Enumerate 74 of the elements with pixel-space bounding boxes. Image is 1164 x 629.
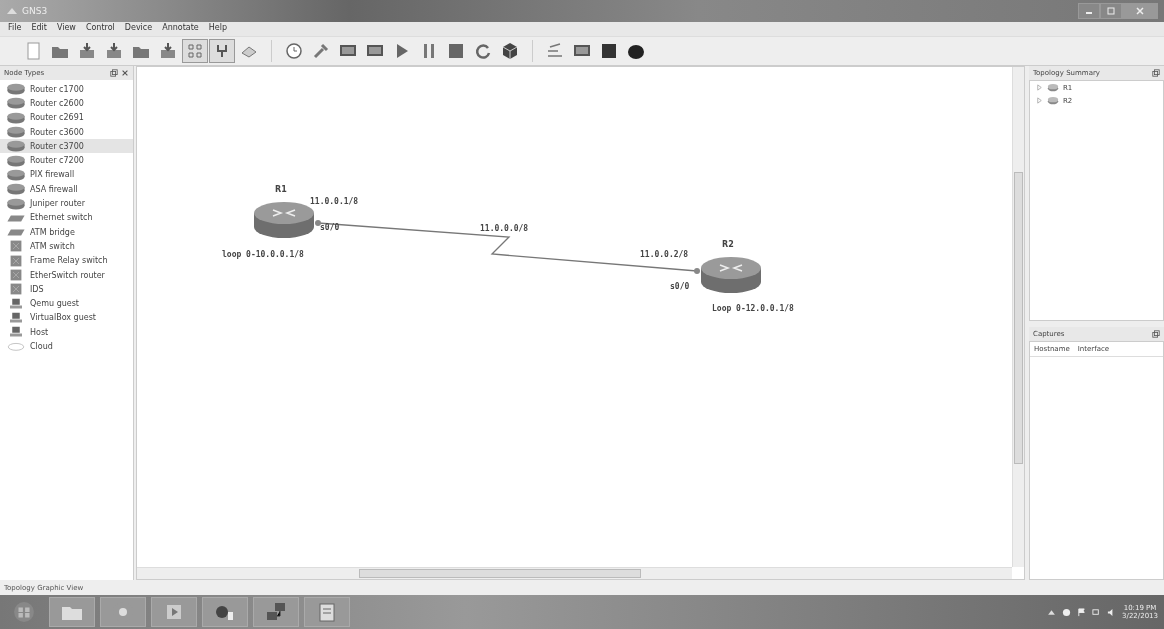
node-type-item[interactable]: VirtualBox guest — [0, 310, 133, 326]
save-icon — [104, 41, 124, 61]
router-icon — [6, 154, 26, 167]
node-type-item[interactable]: Router c2600 — [0, 96, 133, 111]
interface-label: 11.0.0.2/8 — [640, 250, 689, 259]
router-icon — [6, 183, 26, 196]
router-icon — [6, 83, 26, 96]
tray-arrow-icon[interactable] — [1047, 607, 1057, 617]
node-type-item[interactable]: PIX firewall — [0, 167, 133, 183]
close-icon[interactable] — [121, 69, 129, 77]
interface-label: loop 0-10.0.0.1/8 — [222, 250, 304, 259]
maximize-icon — [1106, 6, 1116, 16]
menu-item[interactable]: View — [52, 22, 80, 36]
node-type-item[interactable]: Router c3600 — [0, 124, 133, 140]
interface-label: 11.0.0.1/8 — [310, 197, 359, 206]
interface-label: s0/0 — [320, 223, 340, 232]
reload-icon — [473, 41, 493, 61]
grid-icon — [185, 41, 205, 61]
interface-label: Loop 0-12.0.0.1/8 — [712, 304, 794, 313]
router-icon — [1047, 83, 1059, 92]
save-icon — [77, 41, 97, 61]
minimize-button[interactable] — [1078, 3, 1100, 19]
node-type-item[interactable]: Qemu guest — [0, 296, 133, 311]
router-icon — [6, 197, 26, 210]
node-type-item[interactable]: ATM switch — [0, 239, 133, 254]
node-type-item[interactable]: ATM bridge — [0, 224, 133, 240]
close-icon — [1135, 6, 1145, 16]
clock-icon — [284, 41, 304, 61]
vertical-scrollbar[interactable] — [1012, 67, 1024, 567]
router-icon — [6, 97, 26, 110]
menu-item[interactable]: Device — [120, 22, 157, 36]
router-icon — [6, 140, 26, 153]
window-title: GNS3 — [22, 6, 48, 16]
interface-label: 11.0.0.0/8 — [480, 224, 529, 233]
node-type-item[interactable]: EtherSwitch router — [0, 267, 133, 283]
interface-label: s0/0 — [670, 282, 690, 291]
node-type-item[interactable]: Juniper router — [0, 196, 133, 211]
node-type-item[interactable]: Host — [0, 325, 133, 340]
save-icon — [158, 41, 178, 61]
menu-item[interactable]: Help — [204, 22, 231, 36]
menu-item[interactable]: Annotate — [158, 22, 203, 36]
node-type-item[interactable]: IDS — [0, 282, 133, 297]
node-type-item[interactable]: Frame Relay switch — [0, 253, 133, 268]
float-icon[interactable] — [1152, 69, 1160, 77]
router-name: R1 — [275, 185, 287, 194]
app-icon — [6, 6, 18, 16]
node-type-item[interactable]: Cloud — [0, 339, 133, 354]
router-icon — [6, 126, 26, 139]
node-type-item[interactable]: Router c7200 — [0, 153, 133, 168]
square-icon — [599, 41, 619, 61]
node-type-item[interactable]: Router c2691 — [0, 110, 133, 125]
router-name: R2 — [722, 240, 734, 249]
router-icon[interactable] — [700, 256, 762, 294]
node-type-item[interactable]: Router c1700 — [0, 82, 133, 97]
stop-icon — [446, 41, 466, 61]
menu-item[interactable]: File — [4, 22, 26, 36]
menu-item[interactable]: Edit — [27, 22, 51, 36]
node-type-item[interactable]: Router c3700 — [0, 139, 133, 154]
start-icon — [13, 601, 35, 623]
float-icon[interactable] — [1152, 330, 1160, 338]
router-icon — [1047, 96, 1059, 105]
node-type-item[interactable]: Ethernet switch — [0, 210, 133, 225]
router-icon — [6, 168, 26, 181]
taskbar-button[interactable] — [202, 597, 248, 627]
menu-item[interactable]: Control — [81, 22, 119, 36]
cube-icon — [500, 41, 520, 61]
router-icon — [6, 111, 26, 124]
wrench-icon — [311, 41, 331, 61]
float-icon[interactable] — [110, 69, 118, 77]
flag-icon[interactable] — [1077, 607, 1087, 617]
cloud-icon — [6, 340, 26, 353]
horizontal-scrollbar[interactable] — [137, 567, 1012, 579]
tray-dot-icon[interactable] — [1062, 607, 1072, 617]
node-type-item[interactable]: ASA firewall — [0, 182, 133, 197]
